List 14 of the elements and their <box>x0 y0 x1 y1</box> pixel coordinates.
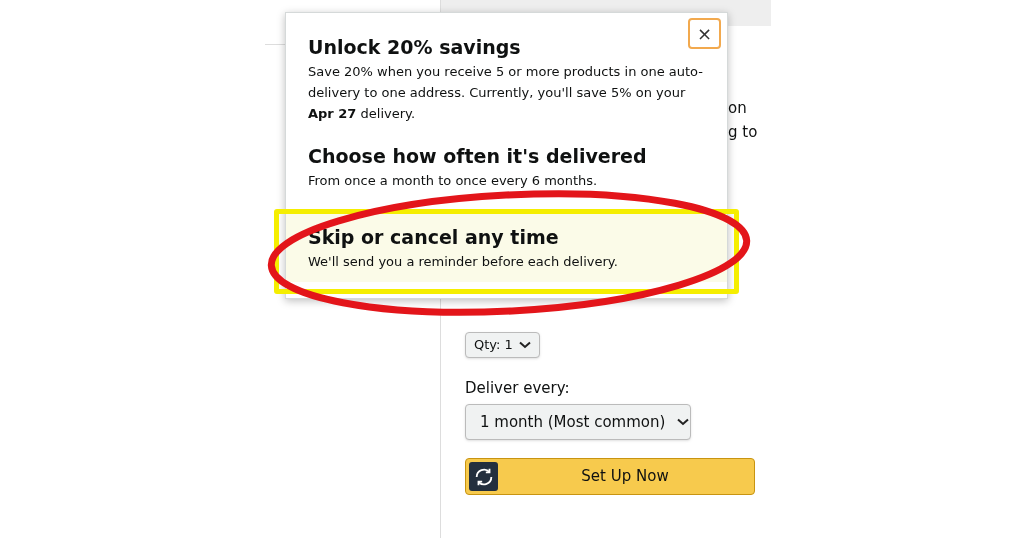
section-title: Unlock 20% savings <box>308 35 522 60</box>
text-fragment: on <box>728 98 748 119</box>
set-up-now-button[interactable]: Set Up Now <box>465 458 755 495</box>
section-text: From once a month to once every 6 months. <box>308 172 599 190</box>
section-text: We'll send you a reminder before each delivery. <box>308 253 619 271</box>
section-text: Save 20% when you receive 5 or more products in one auto-delivery to one address. Currently, you'll save 5% on your Apr 27 delivery. <box>308 63 704 123</box>
quantity-dropdown[interactable]: Qty: 1 <box>465 332 540 358</box>
frequency-dropdown[interactable]: 1 month (Most common) <box>465 404 691 440</box>
close-button[interactable]: × <box>688 18 721 49</box>
section-title: Choose how often it's delivered <box>308 144 648 169</box>
deliver-every-label: Deliver every: <box>465 379 570 397</box>
chevron-down-icon <box>677 418 690 426</box>
chevron-down-icon <box>518 341 531 349</box>
text-fragment: g to <box>728 122 759 143</box>
